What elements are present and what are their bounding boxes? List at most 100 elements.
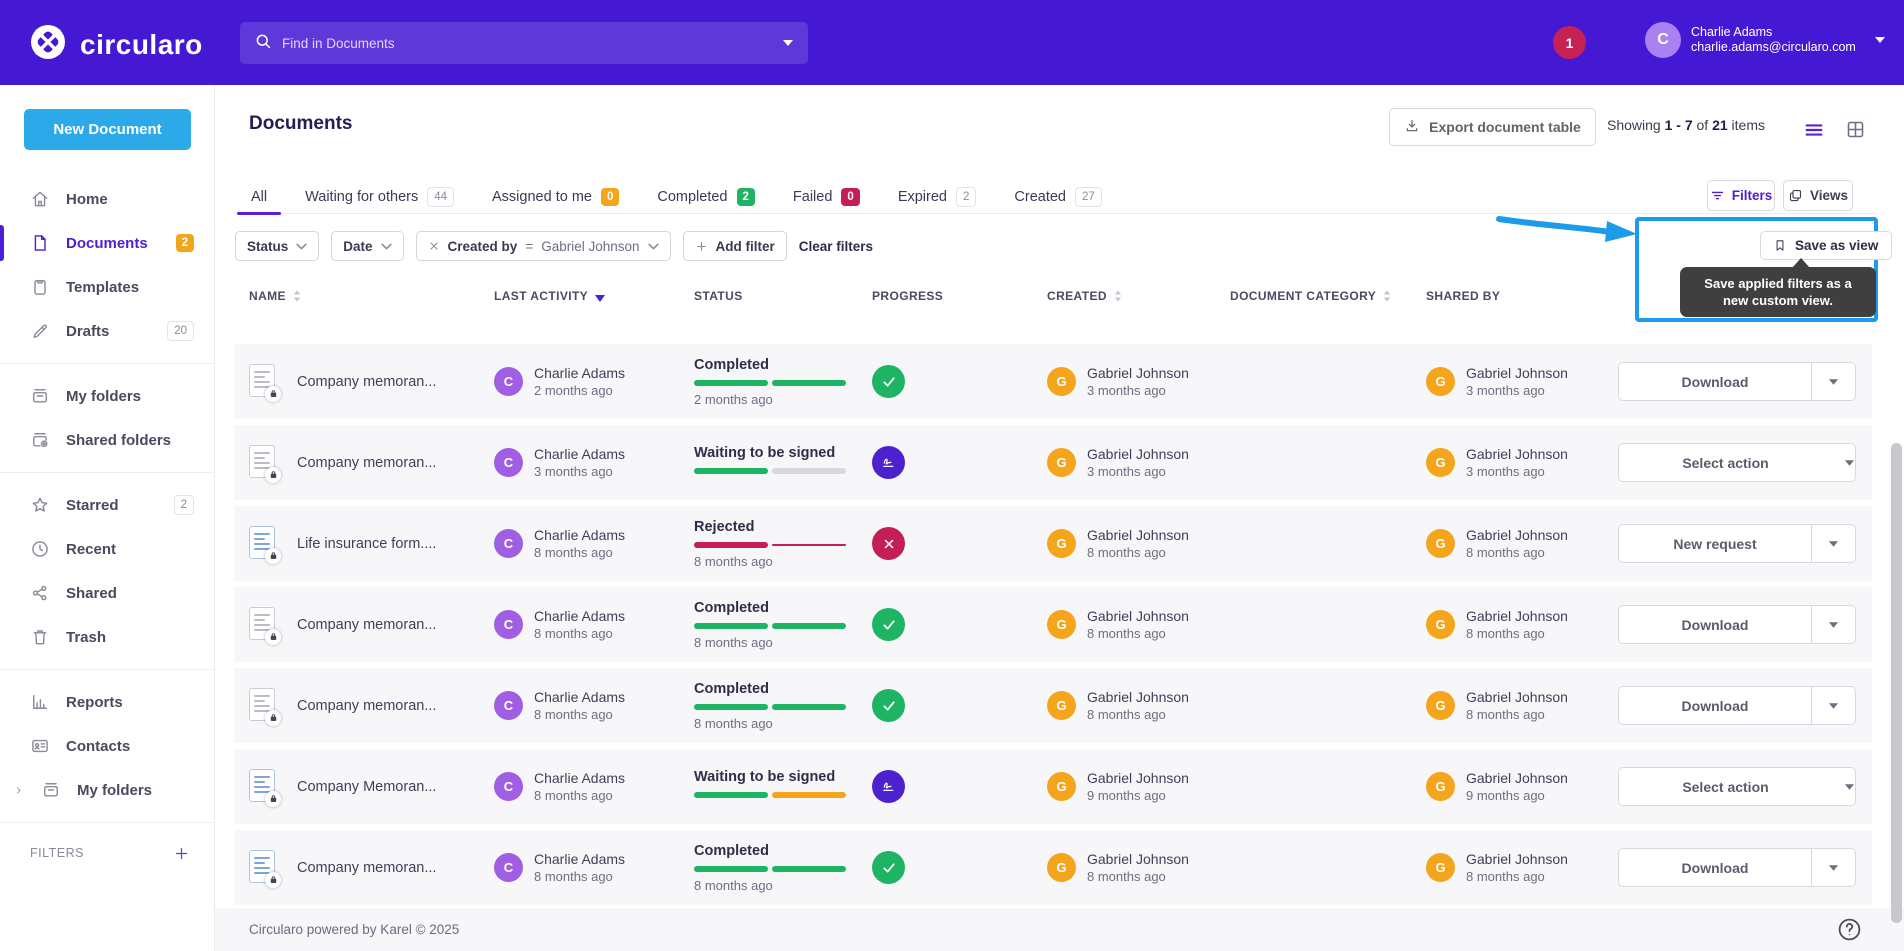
new-document-button[interactable]: New Document [24, 109, 191, 150]
export-document-table-button[interactable]: Export document table [1389, 108, 1596, 146]
progress-segment [772, 379, 846, 386]
table-row[interactable]: Company Memoran... C Charlie Adams 8 months… [234, 749, 1872, 824]
sidebar-item-starred[interactable]: Starred 2 [0, 483, 214, 527]
sidebar-item-recent[interactable]: Recent [0, 527, 214, 571]
avatar: G [1426, 853, 1455, 882]
filters-button[interactable]: Filters [1707, 180, 1775, 211]
status-filter-chip[interactable]: Status [235, 231, 320, 261]
vertical-scrollbar[interactable] [1891, 443, 1902, 923]
sidebar-item-drafts[interactable]: Drafts 20 [0, 309, 214, 353]
tab-assigned-to-me[interactable]: Assigned to me 0 [492, 180, 620, 214]
action-button-label[interactable]: Download [1619, 606, 1811, 643]
tab-completed[interactable]: Completed 2 [657, 180, 755, 214]
person-text: Gabriel Johnson 3 months ago [1087, 364, 1189, 399]
action-caret-icon[interactable] [1844, 783, 1855, 791]
help-icon[interactable] [1837, 917, 1862, 942]
action-caret-icon[interactable] [1811, 525, 1855, 562]
table-row[interactable]: Company memoran... C Charlie Adams 8 months… [234, 668, 1872, 743]
tab-all[interactable]: All [236, 180, 282, 215]
sidebar-item-trash[interactable]: Trash [0, 615, 214, 659]
global-search[interactable] [240, 22, 808, 64]
list-view-icon[interactable] [1803, 119, 1825, 141]
status-cell: Waiting to be signed [694, 445, 872, 480]
column-header-progress[interactable]: PROGRESS [872, 289, 1047, 303]
action-button-label[interactable]: Select action [1619, 779, 1832, 795]
sidebar-item-my-folders[interactable]: My folders [0, 768, 214, 812]
save-as-view-button[interactable]: Save as view [1760, 231, 1892, 260]
table-row[interactable]: Life insurance form.... C Charlie Adams 8 m… [234, 506, 1872, 581]
person-time: 8 months ago [1087, 707, 1166, 722]
views-button[interactable]: Views [1783, 180, 1853, 211]
tab-waiting-for-others[interactable]: Waiting for others 44 [305, 180, 455, 214]
column-label: NAME [249, 288, 286, 303]
action-button-label[interactable]: Download [1619, 687, 1811, 724]
sidebar-item-shared-folders[interactable]: Shared folders [0, 418, 214, 462]
clear-filters-button[interactable]: Clear filters [799, 239, 873, 254]
action-button-label[interactable]: Download [1619, 363, 1811, 400]
sidebar-item-contacts[interactable]: Contacts [0, 724, 214, 768]
user-menu[interactable]: C Charlie Adams charlie.adams@circularo.… [1645, 22, 1886, 58]
sidebar-item-shared[interactable]: Shared [0, 571, 214, 615]
avatar: G [1047, 529, 1076, 558]
tab-failed[interactable]: Failed 0 [793, 180, 860, 214]
download-button[interactable]: Download [1618, 362, 1856, 401]
column-header-shared-by[interactable]: SHARED BY [1426, 289, 1618, 303]
download-button[interactable]: Download [1618, 605, 1856, 644]
created-by-filter-chip[interactable]: Created by = Gabriel Johnson [415, 231, 671, 261]
tab-expired[interactable]: Expired 2 [898, 180, 977, 214]
sidebar-item-reports[interactable]: Reports [0, 680, 214, 724]
sidebar-item-my-folders[interactable]: My folders [0, 374, 214, 418]
search-input[interactable] [282, 35, 772, 51]
brand-logo[interactable]: circularo [28, 22, 203, 67]
remove-filter-x-icon[interactable] [428, 240, 440, 252]
sidebar-item-home[interactable]: Home [0, 177, 214, 221]
tab-created[interactable]: Created 27 [1014, 180, 1102, 214]
sidebar-item-templates[interactable]: Templates [0, 265, 214, 309]
column-header-name[interactable]: NAME [249, 289, 494, 303]
table-row[interactable]: Company memoran... C Charlie Adams 8 months… [234, 587, 1872, 662]
column-label: STATUS [694, 288, 743, 303]
column-header-created[interactable]: CREATED [1047, 289, 1230, 303]
add-filter-plus-icon[interactable] [173, 845, 190, 862]
name-cell: Company Memoran... [249, 768, 494, 807]
sidebar-item-documents[interactable]: Documents 2 [0, 221, 214, 265]
table-row[interactable]: Company memoran... C Charlie Adams 3 months… [234, 425, 1872, 500]
last-activity-cell: C Charlie Adams 2 months ago [494, 364, 694, 399]
table-row[interactable]: Company memoran... C Charlie Adams 2 months… [234, 344, 1872, 419]
column-header-status[interactable]: STATUS [694, 289, 872, 303]
grid-view-icon[interactable] [1845, 119, 1867, 141]
action-caret-icon[interactable] [1844, 459, 1855, 467]
download-button[interactable]: Download [1618, 848, 1856, 887]
column-header-document-category[interactable]: DOCUMENT CATEGORY [1230, 289, 1426, 303]
page-title: Documents [249, 113, 353, 134]
sort-desc-icon[interactable] [594, 288, 606, 303]
lock-icon [265, 385, 281, 402]
table-row[interactable]: Company memoran... C Charlie Adams 8 months… [234, 830, 1872, 905]
person-text: Gabriel Johnson 3 months ago [1466, 445, 1568, 480]
avatar: G [1047, 448, 1076, 477]
rejected-x-icon [872, 527, 905, 560]
add-filter-button[interactable]: Add filter [682, 231, 787, 261]
sidebar-item-label: Starred [66, 496, 119, 514]
column-header-last-activity[interactable]: LAST ACTIVITY [494, 288, 694, 303]
select-action-button[interactable]: Select action [1618, 767, 1856, 806]
action-caret-icon[interactable] [1811, 606, 1855, 643]
download-button[interactable]: Download [1618, 686, 1856, 725]
date-filter-chip[interactable]: Date [331, 231, 404, 261]
select-action-button[interactable]: Select action [1618, 443, 1856, 482]
action-button-label[interactable]: Download [1619, 849, 1811, 886]
action-caret-icon[interactable] [1811, 687, 1855, 724]
chevron-right-icon[interactable] [12, 784, 25, 797]
sort-icon[interactable] [292, 289, 302, 303]
new-request-button[interactable]: New request [1618, 524, 1856, 563]
search-scope-caret-icon[interactable] [782, 39, 794, 47]
action-caret-icon[interactable] [1811, 363, 1855, 400]
notification-badge[interactable]: 1 [1553, 26, 1586, 59]
sort-icon[interactable] [1382, 289, 1392, 303]
sort-icon[interactable] [1113, 289, 1123, 303]
status-time: 2 months ago [694, 391, 773, 407]
action-button-label[interactable]: Select action [1619, 455, 1832, 471]
action-button-label[interactable]: New request [1619, 525, 1811, 562]
document-file-icon [249, 444, 281, 483]
action-caret-icon[interactable] [1811, 849, 1855, 886]
